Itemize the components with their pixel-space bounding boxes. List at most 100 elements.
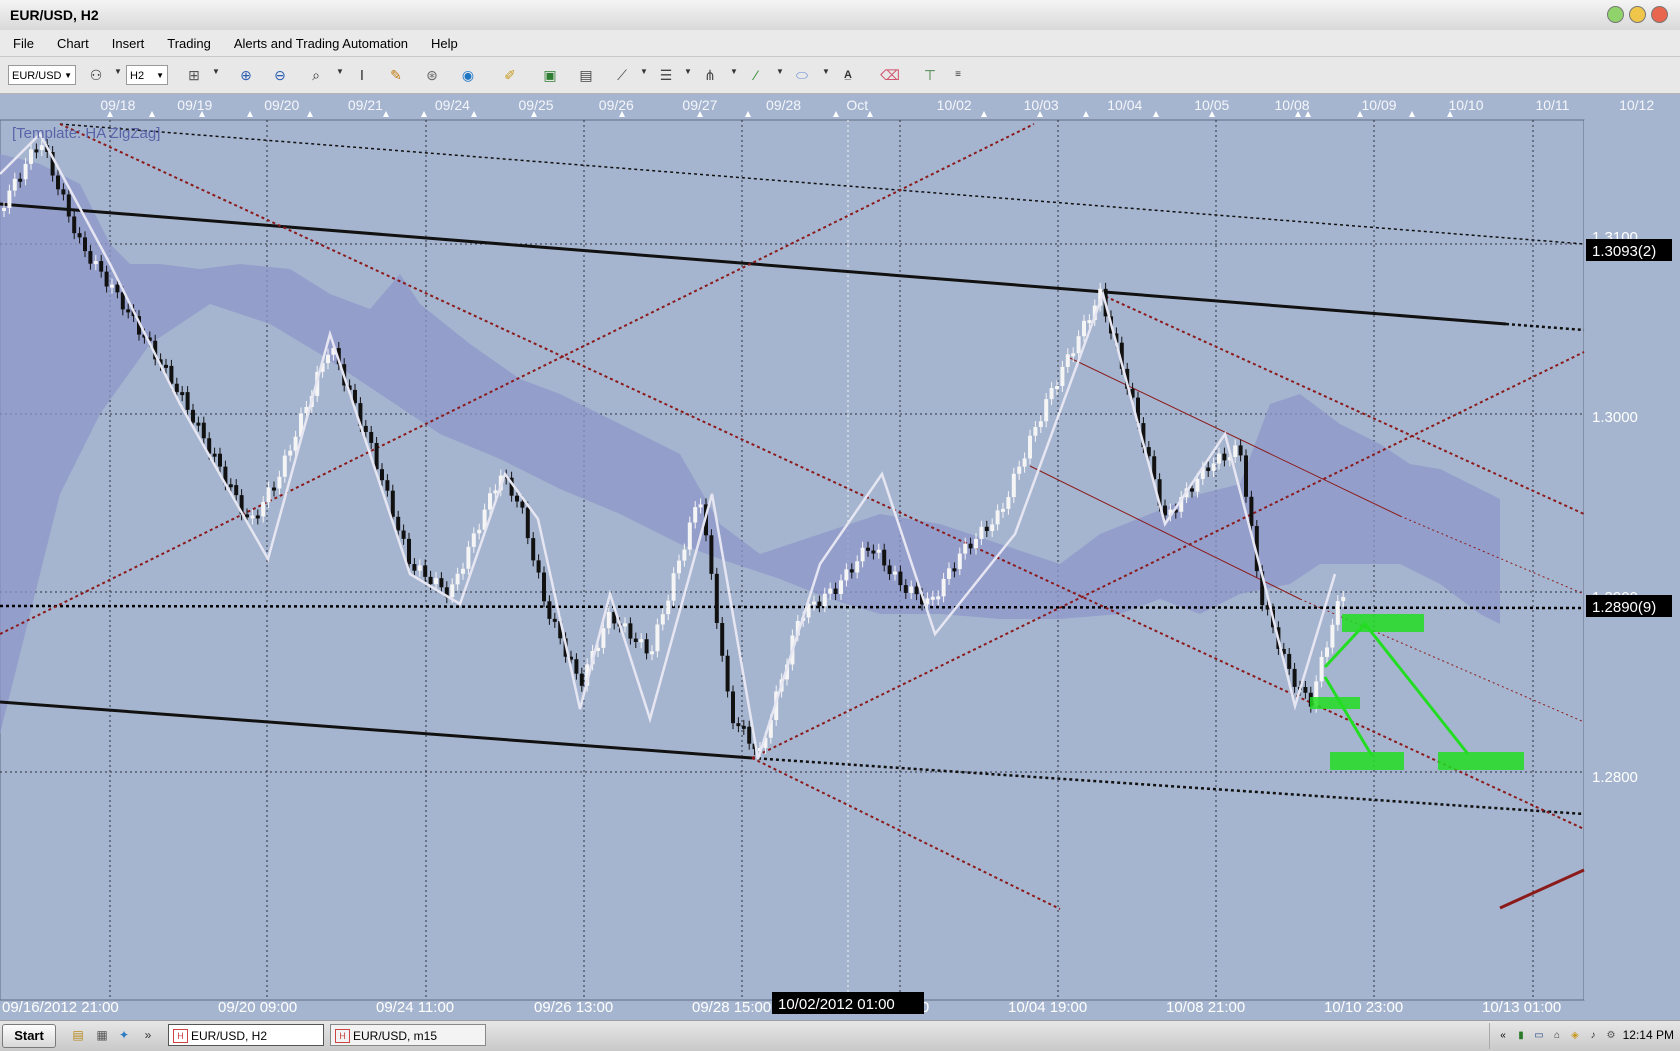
zoom-select-icon[interactable]: ⌕ (306, 66, 326, 84)
close-button[interactable] (1651, 6, 1668, 23)
text-label-icon[interactable]: A̲ (838, 66, 858, 84)
projection-box (1310, 697, 1360, 709)
price-chart[interactable]: 09/18 09/19 09/20 09/21 09/24 09/25 09/26 09/27… (0, 94, 1680, 1020)
chevron-down-icon[interactable]: ▼ (114, 67, 122, 76)
chevron-left-icon[interactable]: « (1496, 1029, 1510, 1043)
note-icon[interactable]: ✎ (386, 66, 406, 84)
candle (169, 365, 174, 384)
globe-icon[interactable]: ◉ (458, 66, 478, 84)
candle (687, 522, 692, 550)
chevron-down-icon[interactable]: ▼ (684, 67, 692, 76)
menu-chart[interactable]: Chart (44, 36, 99, 51)
candle (871, 550, 876, 554)
folder-icon[interactable]: ▤ (70, 1027, 86, 1043)
ruler-icon[interactable]: ✐ (500, 66, 520, 84)
candle (293, 436, 298, 451)
chart-canvas[interactable]: 09/18 09/19 09/20 09/21 09/24 09/25 09/26 09/27… (0, 94, 1680, 1020)
zoom-out-icon[interactable]: ⊖ (270, 66, 290, 84)
window-titlebar: EUR/USD, H2 (0, 0, 1680, 31)
chevron-down-icon[interactable]: ▼ (730, 67, 738, 76)
candle (455, 573, 460, 585)
candle (520, 501, 525, 508)
chevron-down-icon[interactable]: ▼ (640, 67, 648, 76)
trendline-icon[interactable]: ⁄ (746, 66, 766, 84)
image-icon[interactable]: ▣ (540, 66, 560, 84)
calculator-icon[interactable]: ▦ (94, 1027, 110, 1043)
chevron-down-icon[interactable]: ▼ (212, 67, 220, 76)
menu-trading[interactable]: Trading (154, 36, 221, 51)
chevron-down-icon[interactable]: ▼ (776, 67, 784, 76)
minimize-button[interactable] (1607, 6, 1624, 23)
candle (18, 178, 23, 182)
volume-icon[interactable]: ♪ (1586, 1029, 1600, 1043)
monitor-icon[interactable]: ▭ (1532, 1029, 1546, 1043)
symbol-select[interactable]: EUR/USD ▼ (8, 65, 76, 85)
system-tray: « ▮ ▭ ⌂ ◈ ♪ ⚙ 12:14 PM (1489, 1023, 1680, 1049)
top-axis-tick (833, 111, 839, 117)
chevron-right-icon[interactable]: » (140, 1027, 156, 1043)
eraser-icon[interactable]: ⌫ (880, 66, 900, 84)
app-tray-icon[interactable]: ▮ (1514, 1029, 1528, 1043)
chevron-down-icon[interactable]: ▼ (336, 67, 344, 76)
candle (72, 216, 77, 234)
fractal-icon[interactable]: ⟋ (612, 66, 632, 84)
candle (66, 194, 71, 217)
chart-type-icon[interactable]: ⚇ (86, 66, 106, 84)
candle (628, 623, 633, 639)
candle (88, 251, 93, 264)
indicator-icon[interactable]: ⊞ (184, 66, 204, 84)
menu-file[interactable]: File (0, 36, 44, 51)
template-icon[interactable]: ▤ (576, 66, 596, 84)
candle (849, 569, 854, 573)
menu-help[interactable]: Help (418, 36, 468, 51)
chevron-down-icon[interactable]: ▼ (822, 67, 830, 76)
candle (1163, 505, 1167, 516)
candle (1038, 421, 1043, 428)
candle (466, 546, 471, 569)
link-icon[interactable]: ⊛ (422, 66, 442, 84)
top-axis-tick (981, 111, 987, 117)
candle (536, 560, 541, 573)
timeframe-select[interactable]: H2 ▼ (126, 65, 168, 85)
bottom-time-label: 10/13 01:00 (1482, 999, 1561, 1016)
maximize-button[interactable] (1629, 6, 1646, 23)
candle (1217, 453, 1221, 464)
candle (201, 422, 206, 439)
top-date-label: 09/25 (519, 97, 554, 113)
menu-insert[interactable]: Insert (99, 36, 155, 51)
candle (671, 573, 676, 601)
candle (126, 309, 131, 313)
candle (56, 175, 60, 190)
candle (574, 659, 579, 674)
hierarchy-icon[interactable]: ⊤ (920, 66, 940, 84)
start-button[interactable]: Start (2, 1024, 56, 1048)
menu-alerts[interactable]: Alerts and Trading Automation (221, 36, 418, 51)
candle (234, 485, 239, 496)
candle (677, 560, 681, 574)
toolbar-options-icon[interactable]: ≡ (948, 66, 968, 84)
pitchfork-icon[interactable]: ⋔ (700, 66, 720, 84)
task-eurusd-m15[interactable]: H EUR/USD, m15 (330, 1024, 486, 1046)
candle (34, 149, 39, 153)
candle (1233, 445, 1238, 458)
twitter-icon[interactable]: ✦ (116, 1027, 132, 1043)
top-date-label: 10/02 (937, 97, 972, 113)
shield-icon[interactable]: ◈ (1568, 1029, 1582, 1043)
task-eurusd-h2[interactable]: H EUR/USD, H2 (168, 1024, 324, 1046)
ellipse-icon[interactable]: ⬭ (792, 66, 812, 84)
candle (326, 354, 330, 364)
candle (963, 543, 968, 554)
candle (1190, 488, 1194, 492)
cursor-icon[interactable]: Ⅰ (352, 66, 372, 84)
candle (1319, 656, 1324, 682)
lines-icon[interactable]: ☰ (656, 66, 676, 84)
candle (1022, 458, 1027, 467)
candle (1211, 463, 1216, 472)
candle (736, 723, 741, 727)
top-date-label: 09/27 (682, 97, 717, 113)
network-icon[interactable]: ⌂ (1550, 1029, 1564, 1043)
zoom-in-icon[interactable]: ⊕ (236, 66, 256, 84)
os-taskbar: Start ▤ ▦ ✦ » H EUR/USD, H2 H EUR/USD, m… (0, 1020, 1680, 1051)
settings-tray-icon[interactable]: ⚙ (1604, 1029, 1618, 1043)
candle (542, 572, 546, 602)
